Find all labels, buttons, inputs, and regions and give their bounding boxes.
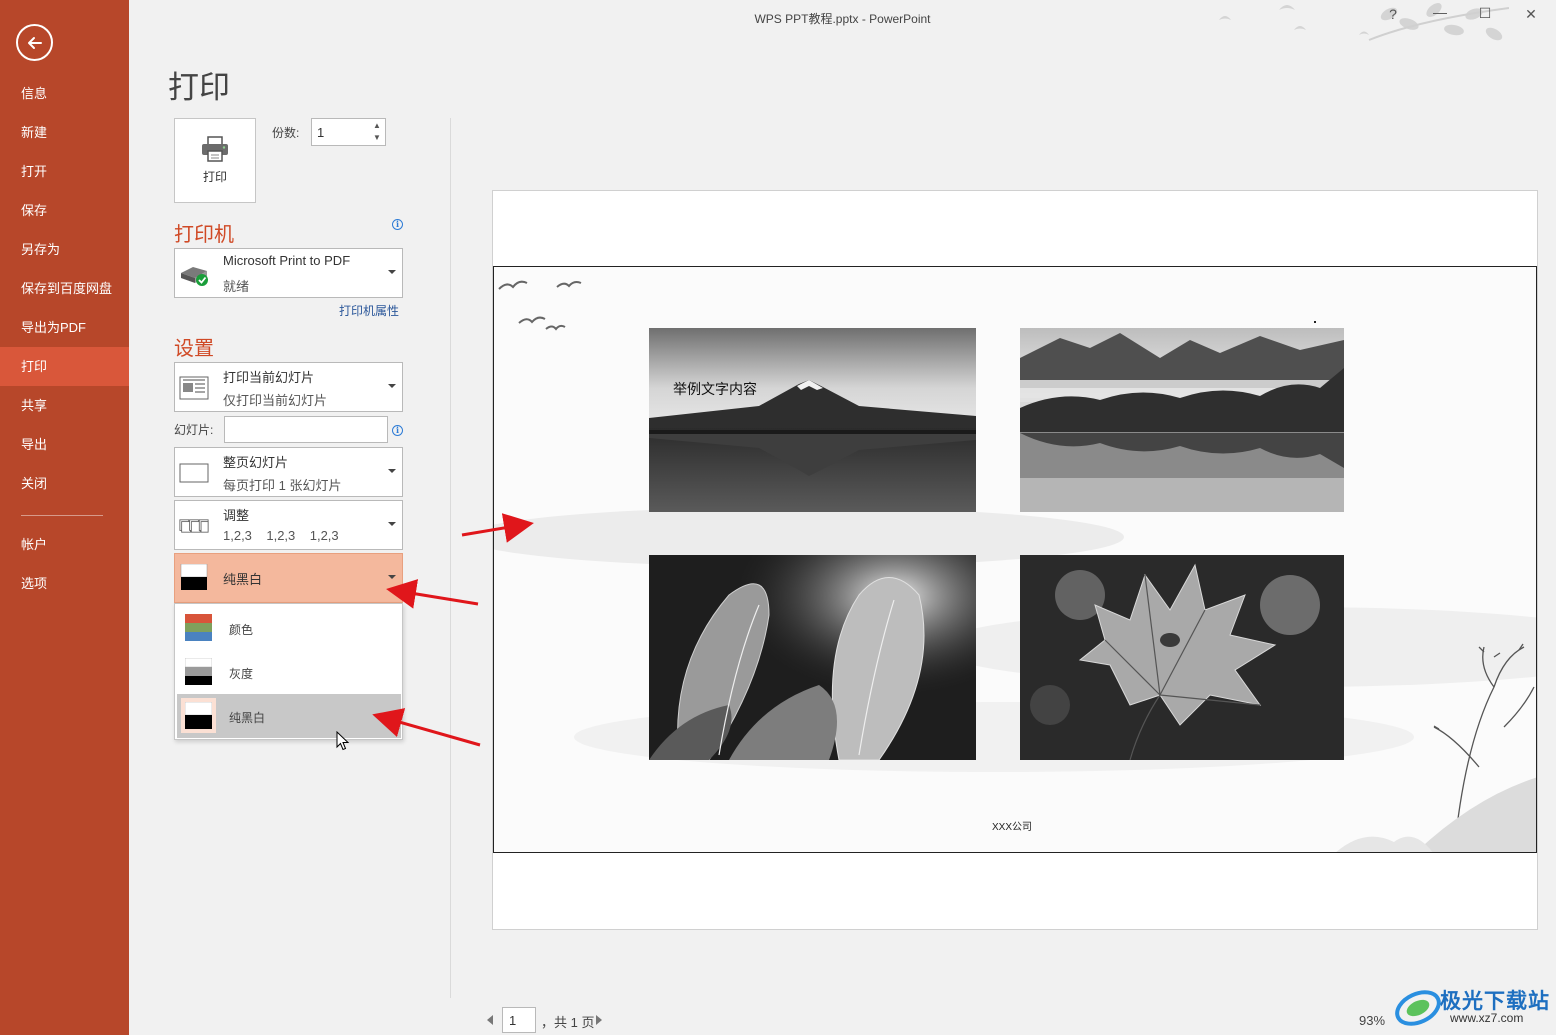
nav-close[interactable]: 关闭 [0, 464, 129, 503]
print-range-subtitle: 仅打印当前幻灯片 [223, 393, 328, 408]
slide-preview: 举例文字内容 XXX公司 [493, 266, 1537, 853]
help-button[interactable]: ? [1382, 6, 1404, 22]
nav-options[interactable]: 选项 [0, 564, 129, 603]
full-page-slide-icon [179, 463, 209, 483]
nav-open[interactable]: 打开 [0, 152, 129, 191]
printer-status: 就绪 [223, 279, 250, 294]
mouse-cursor-icon [336, 731, 350, 751]
forest-lake-photo [1020, 328, 1344, 512]
copies-increment-button[interactable]: ▲ [370, 120, 384, 132]
print-button[interactable]: 打印 [174, 118, 256, 203]
layout-subtitle: 每页打印 1 张幻灯片 [223, 478, 342, 493]
mountain-lake-photo [649, 328, 976, 512]
chevron-down-icon [388, 522, 396, 526]
layout-dropdown[interactable]: 整页幻灯片 每页打印 1 张幻灯片 [174, 447, 403, 497]
grayscale-option-label: 灰度 [229, 667, 254, 681]
color-option-label: 颜色 [229, 623, 254, 637]
print-range-dropdown[interactable]: 打印当前幻灯片 仅打印当前幻灯片 [174, 362, 403, 412]
watermark-url: www.xz7.com [1450, 1011, 1524, 1025]
layout-title: 整页幻灯片 [223, 455, 289, 470]
printer-properties-link[interactable]: 打印机属性 [339, 302, 399, 319]
slides-input[interactable] [224, 416, 388, 443]
info-icon[interactable]: i [392, 219, 403, 230]
color-mode-dropdown[interactable]: 纯黑白 [174, 553, 403, 603]
printer-icon [202, 136, 228, 162]
slide-text: 举例文字内容 [673, 381, 757, 397]
zoom-level: 93% [1359, 1013, 1386, 1028]
info-icon[interactable]: i [392, 425, 403, 436]
collate-dropdown[interactable]: 调整 1,2,3 1,2,3 1,2,3 [174, 500, 403, 550]
page-total: ，共 1 页 [541, 1015, 595, 1030]
nav-save[interactable]: 保存 [0, 191, 129, 230]
grayscale-swatch-icon [185, 658, 212, 685]
slides-label: 幻灯片: [174, 423, 214, 437]
color-option-black-white[interactable]: 纯黑白 [177, 694, 401, 738]
nav-print[interactable]: 打印 [0, 347, 129, 386]
leaves-photo [649, 555, 976, 760]
slide-range-icon [179, 376, 209, 400]
printer-section-title: 打印机 [174, 224, 234, 246]
color-swatch-icon [185, 614, 212, 641]
collate-icon [179, 519, 209, 533]
title-bar: WPS PPT教程.pptx - PowerPoint ? — ☐ ✕ [129, 0, 1556, 41]
printer-name: Microsoft Print to PDF [223, 253, 351, 268]
nav-info[interactable]: 信息 [0, 74, 129, 113]
print-range-title: 打印当前幻灯片 [223, 370, 315, 385]
slide-footer: XXX公司 [992, 822, 1033, 833]
maximize-button[interactable]: ☐ [1474, 5, 1496, 22]
black-white-swatch-icon [185, 702, 212, 729]
nav-export-pdf[interactable]: 导出为PDF [0, 308, 129, 347]
black-white-option-label: 纯黑白 [229, 711, 266, 725]
minimize-button[interactable]: — [1429, 4, 1451, 20]
printer-ready-icon [181, 267, 208, 286]
chevron-down-icon [388, 384, 396, 388]
page-title: 打印 [168, 70, 230, 105]
nav-divider [21, 515, 103, 516]
chevron-down-icon [388, 270, 396, 274]
nav-account[interactable]: 帐户 [0, 525, 129, 564]
window-title: WPS PPT教程.pptx - PowerPoint [754, 12, 931, 26]
printer-dropdown[interactable]: Microsoft Print to PDF 就绪 [174, 248, 403, 298]
color-option-grayscale[interactable]: 灰度 [177, 650, 401, 694]
nav-export[interactable]: 导出 [0, 425, 129, 464]
maple-leaf-photo [1020, 555, 1344, 760]
nav-save-to-baidu[interactable]: 保存到百度网盘 [0, 269, 129, 308]
backstage-sidebar: 信息 新建 打开 保存 另存为 保存到百度网盘 导出为PDF 打印 共享 导出 … [0, 0, 129, 1035]
nav-save-as[interactable]: 另存为 [0, 230, 129, 269]
panel-divider [450, 118, 451, 998]
previous-page-icon[interactable] [486, 1014, 494, 1026]
page-number-input[interactable] [502, 1007, 536, 1033]
black-white-swatch-icon [180, 564, 208, 590]
chevron-down-icon [388, 469, 396, 473]
back-arrow-icon [27, 36, 42, 49]
color-mode-menu: 颜色 灰度 纯黑白 [174, 603, 403, 740]
nav-share[interactable]: 共享 [0, 386, 129, 425]
back-button[interactable] [16, 24, 53, 61]
color-option-color[interactable]: 颜色 [177, 606, 401, 650]
print-button-label: 打印 [202, 170, 227, 184]
color-mode-title: 纯黑白 [223, 572, 263, 587]
settings-section-title: 设置 [174, 338, 214, 360]
chevron-down-icon [388, 575, 396, 579]
close-button[interactable]: ✕ [1520, 6, 1542, 23]
collate-subtitle: 1,2,3 1,2,3 1,2,3 [223, 528, 339, 543]
nav-new[interactable]: 新建 [0, 113, 129, 152]
copies-decrement-button[interactable]: ▼ [370, 132, 384, 144]
collate-title: 调整 [223, 508, 250, 523]
copies-label: 份数: [272, 126, 300, 140]
next-page-icon[interactable] [595, 1014, 603, 1026]
